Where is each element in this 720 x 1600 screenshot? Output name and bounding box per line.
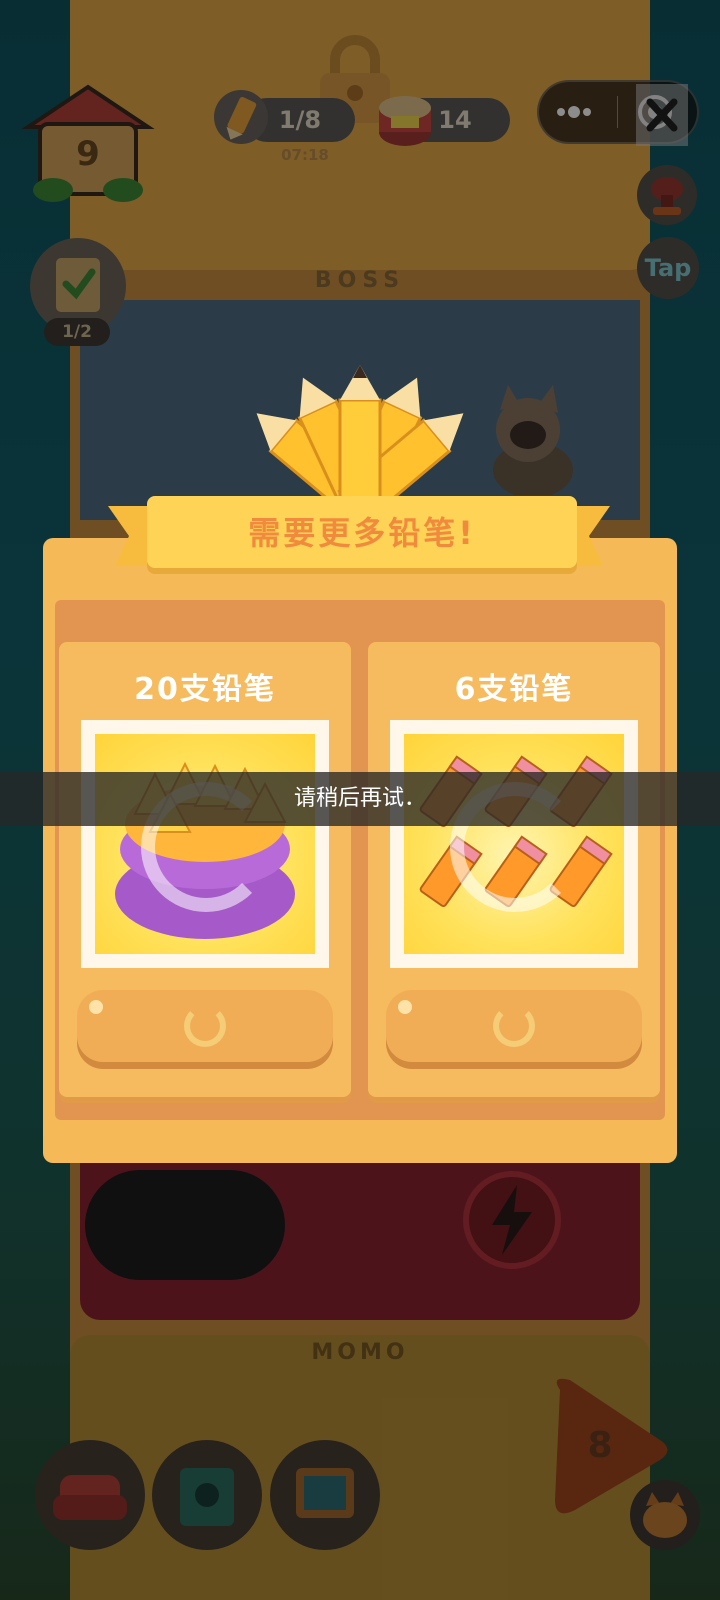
buy-6-pencils-button[interactable] [386,990,642,1062]
dialog-title: 需要更多铅笔! [248,514,476,552]
offer-label: 20支铅笔 [134,672,276,707]
button-shine [89,1000,103,1014]
offer-image-frame [390,720,638,968]
button-shine [398,1000,412,1014]
loading-spinner [493,1005,535,1047]
toast-text: 请稍后再试． [293,786,426,811]
offer-card-6-pencils: 6支铅笔 [368,642,660,1097]
toast-message: 请稍后再试． [0,772,720,826]
pencil-fan-icon [195,360,525,524]
buy-20-pencils-button[interactable] [77,990,333,1062]
offer-label: 6支铅笔 [454,672,574,707]
offer-card-20-pencils: 20支铅笔 [59,642,351,1097]
loading-spinner [184,1005,226,1047]
offer-image-frame [81,720,329,968]
